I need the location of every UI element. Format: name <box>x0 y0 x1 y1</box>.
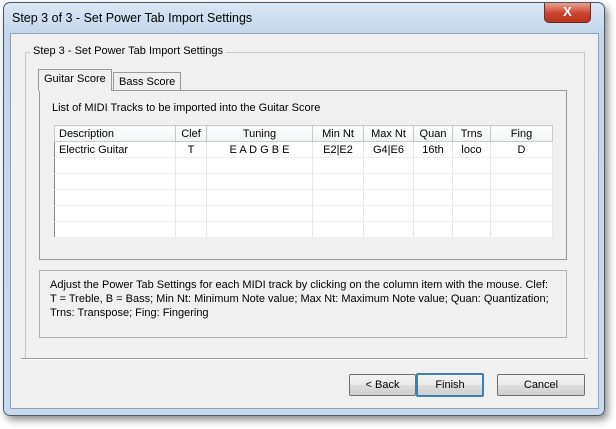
empty-row <box>54 189 553 206</box>
col-quan[interactable]: Quan <box>413 125 453 142</box>
tab-panel: List of MIDI Tracks to be imported into … <box>39 90 567 260</box>
empty-row <box>54 173 553 190</box>
tab-bass-score[interactable]: Bass Score <box>113 72 182 92</box>
cell-quan[interactable]: 16th <box>413 141 453 158</box>
cell-description[interactable]: Electric Guitar <box>54 141 176 158</box>
dialog-window: Step 3 of 3 - Set Power Tab Import Setti… <box>3 2 605 416</box>
group-label: Step 3 - Set Power Tab Import Settings <box>30 45 226 57</box>
empty-row <box>54 157 553 174</box>
close-button[interactable]: X <box>544 3 591 23</box>
empty-row <box>54 205 553 222</box>
tab-guitar-score[interactable]: Guitar Score <box>38 69 112 91</box>
col-tuning[interactable]: Tuning <box>206 125 313 142</box>
window-title: Step 3 of 3 - Set Power Tab Import Setti… <box>12 11 253 25</box>
tracks-table: Description Clef Tuning Min Nt Max Nt Qu… <box>54 125 553 238</box>
cancel-button[interactable]: Cancel <box>497 374 585 396</box>
empty-row <box>54 221 553 238</box>
settings-group: Step 3 - Set Power Tab Import Settings G… <box>25 45 585 359</box>
info-text: Adjust the Power Tab Settings for each M… <box>39 270 567 338</box>
col-clef[interactable]: Clef <box>175 125 207 142</box>
cell-min-nt[interactable]: E2|E2 <box>312 141 364 158</box>
table-row[interactable]: Electric Guitar T E A D G B E E2|E2 G4|E… <box>54 141 553 158</box>
col-fing[interactable]: Fing <box>490 125 553 142</box>
panel-label: List of MIDI Tracks to be imported into … <box>52 102 321 114</box>
col-trns[interactable]: Trns <box>452 125 491 142</box>
back-button[interactable]: < Back <box>349 374 416 396</box>
cell-max-nt[interactable]: G4|E6 <box>363 141 414 158</box>
col-description[interactable]: Description <box>54 125 176 142</box>
cell-clef[interactable]: T <box>175 141 207 158</box>
finish-button[interactable]: Finish <box>416 373 484 397</box>
cell-fing[interactable]: D <box>490 141 553 158</box>
col-min-nt[interactable]: Min Nt <box>312 125 364 142</box>
col-max-nt[interactable]: Max Nt <box>363 125 414 142</box>
cell-trns[interactable]: loco <box>452 141 491 158</box>
client-area: Step 3 - Set Power Tab Import Settings G… <box>10 33 599 409</box>
separator <box>21 358 588 360</box>
cell-tuning[interactable]: E A D G B E <box>206 141 313 158</box>
